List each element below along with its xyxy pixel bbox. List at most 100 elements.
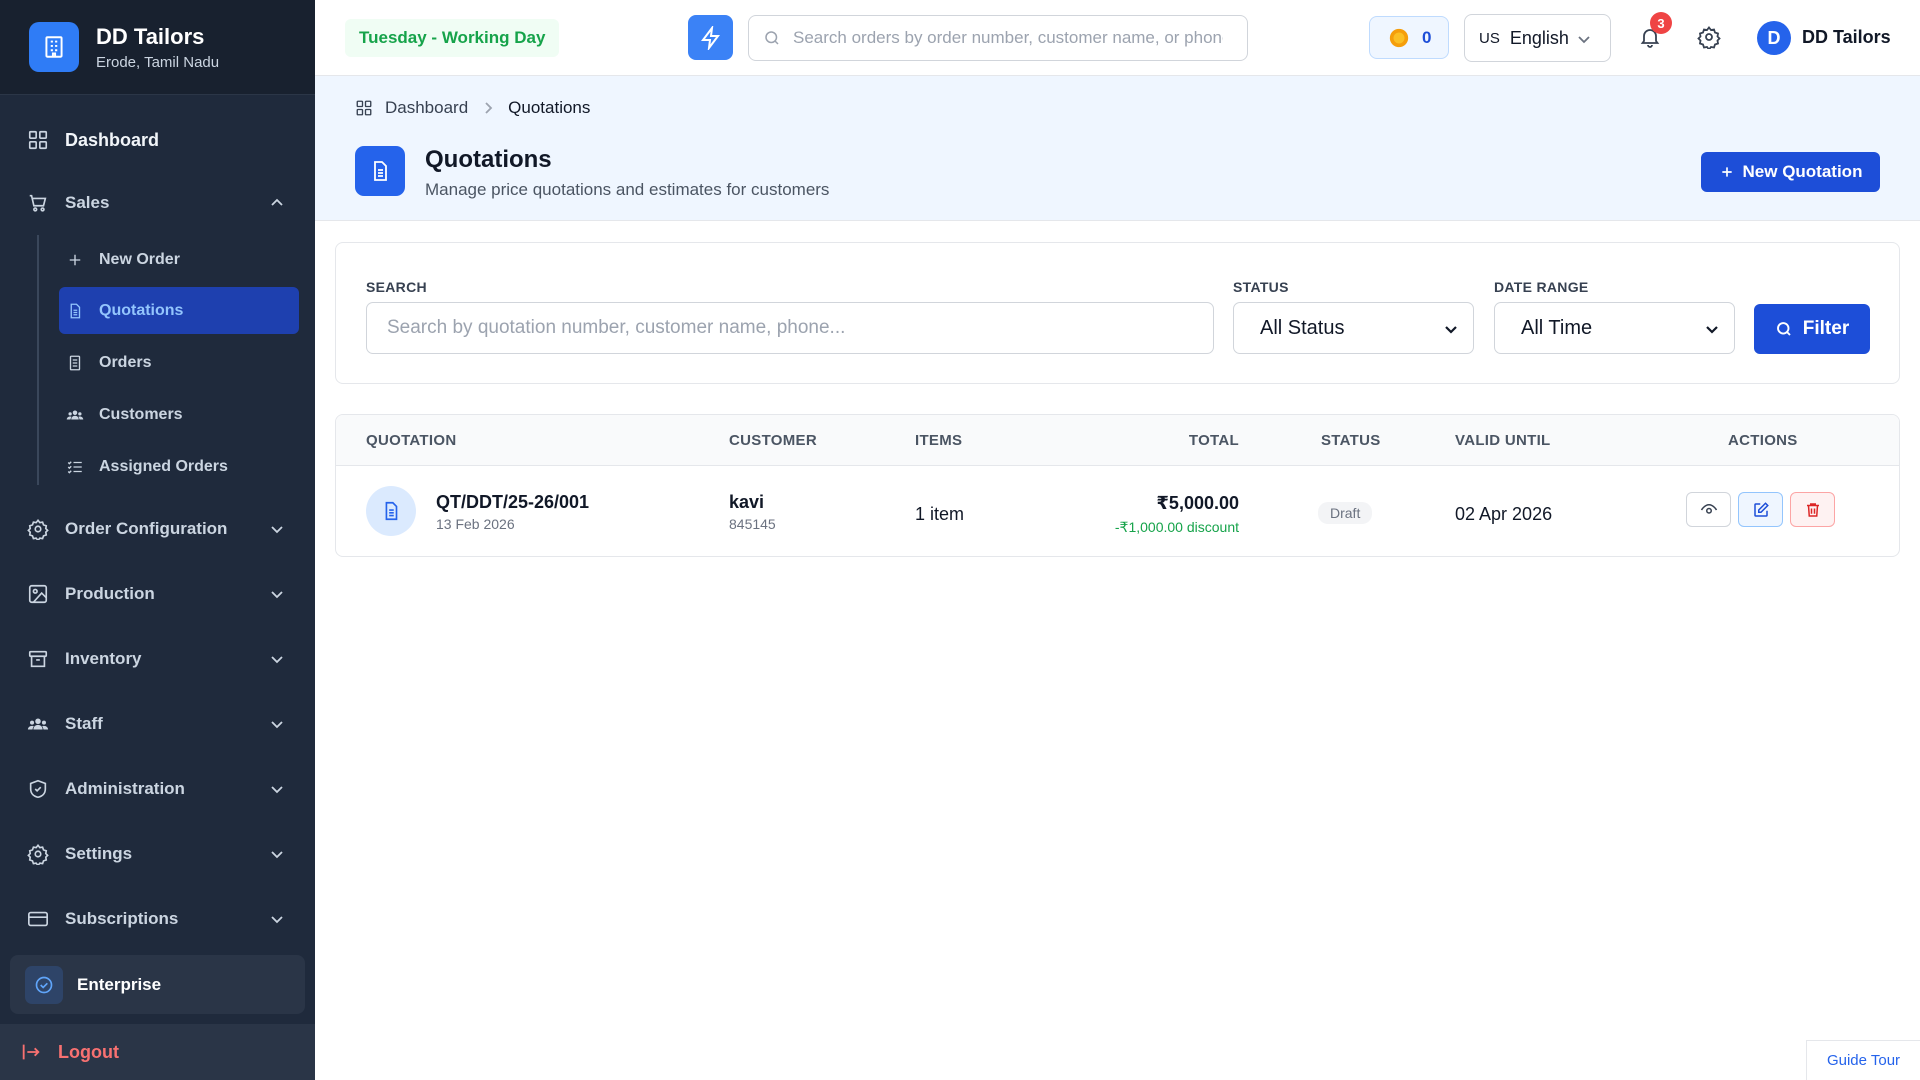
sidebar-item-label: New Order xyxy=(99,250,180,268)
chevron-down-icon xyxy=(1706,326,1718,334)
sidebar-item-dashboard[interactable]: Dashboard xyxy=(0,120,315,160)
chevron-down-icon xyxy=(271,526,283,534)
sidebar-item-label: Assigned Orders xyxy=(99,457,228,475)
table-row[interactable]: QT/DDT/25-26/001 13 Feb 2026 kavi 845145… xyxy=(336,466,1899,556)
new-quotation-button[interactable]: New Quotation xyxy=(1701,152,1880,192)
quotation-search-input[interactable] xyxy=(366,302,1214,354)
sidebar-item-orders[interactable]: Orders xyxy=(59,339,299,386)
sidebar-item-staff[interactable]: Staff xyxy=(0,704,315,744)
sidebar-item-assigned-orders[interactable]: Assigned Orders xyxy=(59,443,299,490)
date-range-select[interactable]: All Time xyxy=(1494,302,1735,354)
column-header: QUOTATION xyxy=(366,432,457,449)
date-range-label: DATE RANGE xyxy=(1494,279,1589,295)
guide-tour-button[interactable]: Guide Tour xyxy=(1806,1040,1920,1080)
date-range-value: All Time xyxy=(1521,316,1593,339)
quotation-total: ₹5,000.00 xyxy=(1156,493,1239,513)
submenu-line xyxy=(37,235,39,485)
coins-badge[interactable]: 0 xyxy=(1369,16,1449,59)
customer-phone: 845145 xyxy=(729,516,776,532)
building-icon xyxy=(29,22,79,72)
sidebar-item-order-configuration[interactable]: Order Configuration xyxy=(0,509,315,549)
status-badge: Draft xyxy=(1318,502,1373,524)
breadcrumb: Dashboard Quotations xyxy=(355,98,590,118)
logout-button[interactable]: Logout xyxy=(0,1024,315,1080)
chevron-down-icon xyxy=(271,721,283,729)
status-label: STATUS xyxy=(1233,279,1289,295)
breadcrumb-home[interactable]: Dashboard xyxy=(385,98,468,118)
sidebar-item-label: Inventory xyxy=(65,649,142,668)
status-select[interactable]: All Status xyxy=(1233,302,1474,354)
day-status-badge: Tuesday - Working Day xyxy=(345,19,560,57)
language-label: English xyxy=(1509,27,1569,48)
plan-name: Enterprise xyxy=(77,974,162,994)
sidebar-item-settings[interactable]: Settings xyxy=(0,834,315,874)
plan-badge: Enterprise xyxy=(10,955,305,1014)
delete-button[interactable] xyxy=(1790,492,1835,527)
sidebar-item-administration[interactable]: Administration xyxy=(0,769,315,809)
coins-count: 0 xyxy=(1422,27,1432,47)
item-count: 1 item xyxy=(915,504,965,524)
chevron-down-icon xyxy=(271,916,283,924)
view-button[interactable] xyxy=(1686,492,1731,527)
edit-button[interactable] xyxy=(1738,492,1783,527)
sidebar-item-new-order[interactable]: New Order xyxy=(59,236,299,283)
logout-label: Logout xyxy=(58,1041,119,1062)
edit-icon xyxy=(1753,501,1769,517)
sidebar-item-subscriptions[interactable]: Subscriptions xyxy=(0,899,315,939)
sidebar-item-label: Order Configuration xyxy=(65,519,228,538)
sidebar-item-customers[interactable]: Customers xyxy=(59,391,299,438)
gear-icon xyxy=(27,843,49,865)
valid-until: 02 Apr 2026 xyxy=(1455,504,1553,524)
sidebar-item-sales[interactable]: Sales xyxy=(0,183,315,223)
language-select[interactable]: US English xyxy=(1464,14,1611,62)
sidebar-item-label: Dashboard xyxy=(65,129,160,150)
filter-button[interactable]: Filter xyxy=(1754,304,1870,354)
trash-icon xyxy=(1806,502,1819,517)
sidebar-item-label: Subscriptions xyxy=(65,909,179,928)
column-header: VALID UNTIL xyxy=(1455,432,1551,449)
chevron-down-icon xyxy=(271,786,283,794)
logout-icon xyxy=(22,1044,40,1060)
document-icon xyxy=(355,146,405,196)
flag-icon: US xyxy=(1479,29,1500,47)
sidebar-item-production[interactable]: Production xyxy=(0,574,315,614)
global-search-input[interactable] xyxy=(793,28,1223,48)
user-name[interactable]: DD Tailors xyxy=(1802,27,1891,48)
column-header: STATUS xyxy=(1321,432,1381,449)
lightning-icon xyxy=(700,25,720,50)
search-icon xyxy=(765,31,779,45)
page-header: Dashboard Quotations Quotations Manage p… xyxy=(315,76,1920,221)
gear-icon xyxy=(27,518,49,540)
sidebar: DD Tailors Erode, Tamil Nadu Dashboard S… xyxy=(0,0,315,1080)
grid-icon xyxy=(356,100,372,116)
credit-card-icon xyxy=(28,911,48,927)
filter-label: Filter xyxy=(1802,318,1850,339)
sidebar-item-inventory[interactable]: Inventory xyxy=(0,639,315,679)
column-header: ITEMS xyxy=(915,432,963,449)
quotation-discount: -₹1,000.00 discount xyxy=(1114,519,1239,535)
quotations-table: QUOTATION CUSTOMER ITEMS TOTAL STATUS VA… xyxy=(335,414,1900,557)
notification-count-badge: 3 xyxy=(1650,12,1672,34)
sidebar-item-quotations[interactable]: Quotations xyxy=(59,287,299,334)
chevron-down-icon xyxy=(1445,326,1457,334)
quotation-date: 13 Feb 2026 xyxy=(436,516,515,532)
chevron-down-icon xyxy=(271,591,283,599)
chevron-down-icon xyxy=(271,851,283,859)
sidebar-item-label: Quotations xyxy=(99,301,184,319)
gear-icon[interactable] xyxy=(1697,25,1721,49)
checklist-icon xyxy=(67,460,82,474)
brand: DD Tailors Erode, Tamil Nadu xyxy=(0,0,315,95)
sidebar-item-label: Administration xyxy=(65,779,185,798)
sidebar-item-label: Orders xyxy=(99,353,152,371)
breadcrumb-current: Quotations xyxy=(508,98,591,117)
top-bar: Tuesday - Working Day 0 US English 3 D D… xyxy=(315,0,1920,76)
customer-name: kavi xyxy=(729,492,765,512)
column-header: ACTIONS xyxy=(1728,432,1798,449)
avatar[interactable]: D xyxy=(1757,21,1791,55)
document-icon xyxy=(366,486,416,536)
table-header: QUOTATION CUSTOMER ITEMS TOTAL STATUS VA… xyxy=(336,415,1899,466)
quotation-number[interactable]: QT/DDT/25-26/001 xyxy=(436,492,589,513)
quick-action-button[interactable] xyxy=(688,15,733,60)
sidebar-item-label: Production xyxy=(65,584,155,603)
page-subtitle: Manage price quotations and estimates fo… xyxy=(425,180,830,199)
